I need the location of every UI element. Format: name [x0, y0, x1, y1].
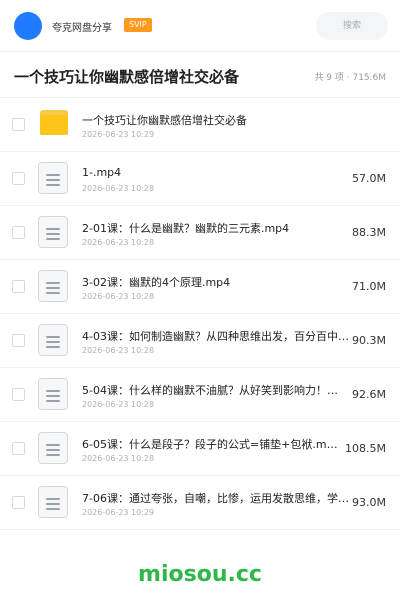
file-name: 4-03课：如何制造幽默？从四种思维出发，百分百中…: [82, 330, 349, 343]
search-input[interactable]: 搜索: [316, 12, 388, 40]
file-row[interactable]: 4-03课：如何制造幽默？从四种思维出发，百分百中… 2026-06-23 10…: [0, 314, 400, 368]
file-row[interactable]: 7-06课：通过夸张，自嘲，比惨，运用发散思维，学… 2026-06-23 10…: [0, 476, 400, 530]
document-icon: [38, 162, 68, 194]
share-owner-name: 夸克网盘分享: [52, 23, 112, 34]
file-size: 90.3M: [352, 334, 386, 347]
avatar[interactable]: [14, 12, 42, 40]
document-icon: [38, 486, 68, 518]
row-checkbox[interactable]: [12, 172, 25, 185]
file-size: 93.0M: [352, 496, 386, 509]
file-row[interactable]: 6-05课：什么是段子？段子的公式=铺垫+包袱.m… 2026-06-23 10…: [0, 422, 400, 476]
row-checkbox[interactable]: [12, 496, 25, 509]
file-date: 2026-06-23 10:28: [82, 292, 155, 301]
file-date: 2026-06-23 10:28: [82, 238, 155, 247]
document-icon: [38, 324, 68, 356]
file-size: 108.5M: [345, 442, 386, 455]
file-name: 1-.mp4: [82, 166, 122, 179]
file-list: 一个技巧让你幽默感倍增社交必备 2026-06-23 10:29 1-.mp4 …: [0, 98, 400, 530]
item-summary: 共 9 项 · 715.6M: [314, 73, 386, 83]
watermark-logo: miosou.cc: [138, 562, 262, 587]
row-checkbox[interactable]: [12, 226, 25, 239]
file-name: 7-06课：通过夸张，自嘲，比惨，运用发散思维，学…: [82, 492, 349, 505]
page-title: 一个技巧让你幽默感倍增社交必备: [14, 68, 240, 86]
file-name: 5-04课：什么样的幽默不油腻？从好笑到影响力！…: [82, 384, 338, 397]
file-date: 2026-06-23 10:28: [82, 454, 155, 463]
document-icon: [38, 216, 68, 248]
file-row[interactable]: 一个技巧让你幽默感倍增社交必备 2026-06-23 10:29: [0, 98, 400, 152]
file-row[interactable]: 5-04课：什么样的幽默不油腻？从好笑到影响力！… 2026-06-23 10:…: [0, 368, 400, 422]
svip-badge: SVIP: [124, 18, 152, 32]
folder-icon: [40, 110, 68, 135]
file-row[interactable]: 3-02课：幽默的4个原理.mp4 2026-06-23 10:28 71.0M: [0, 260, 400, 314]
document-icon: [38, 432, 68, 464]
file-date: 2026-06-23 10:28: [82, 346, 155, 355]
file-size: 71.0M: [352, 280, 386, 293]
row-checkbox[interactable]: [12, 388, 25, 401]
file-size: 57.0M: [352, 172, 386, 185]
file-name: 2-01课：什么是幽默？幽默的三元素.mp4: [82, 222, 290, 235]
file-size: 92.6M: [352, 388, 386, 401]
file-date: 2026-06-23 10:29: [82, 130, 155, 139]
row-checkbox[interactable]: [12, 334, 25, 347]
file-row[interactable]: 1-.mp4 2026-06-23 10:28 57.0M: [0, 152, 400, 206]
file-row[interactable]: 2-01课：什么是幽默？幽默的三元素.mp4 2026-06-23 10:28 …: [0, 206, 400, 260]
document-icon: [38, 378, 68, 410]
file-date: 2026-06-23 10:28: [82, 400, 155, 409]
top-bar: 夸克网盘分享 SVIP 搜索: [0, 0, 400, 52]
file-size: 88.3M: [352, 226, 386, 239]
file-date: 2026-06-23 10:29: [82, 508, 155, 517]
file-name: 6-05课：什么是段子？段子的公式=铺垫+包袱.m…: [82, 438, 338, 451]
file-date: 2026-06-23 10:28: [82, 184, 155, 193]
row-checkbox[interactable]: [12, 280, 25, 293]
folder-header: 一个技巧让你幽默感倍增社交必备 共 9 项 · 715.6M: [0, 52, 400, 98]
row-checkbox[interactable]: [12, 118, 25, 131]
file-name: 3-02课：幽默的4个原理.mp4: [82, 276, 231, 289]
row-checkbox[interactable]: [12, 442, 25, 455]
file-name: 一个技巧让你幽默感倍增社交必备: [82, 114, 247, 127]
document-icon: [38, 270, 68, 302]
